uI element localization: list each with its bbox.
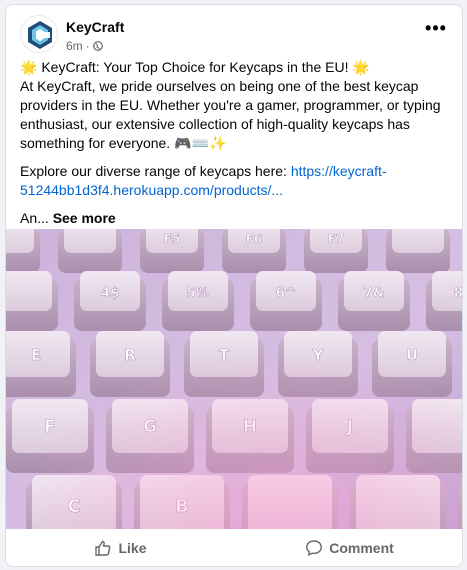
- explore-line: Explore our diverse range of keycaps her…: [20, 162, 460, 200]
- thumbs-up-icon: [95, 540, 111, 556]
- post-body: 🌟 KeyCraft: Your Top Choice for Keycaps …: [20, 58, 460, 237]
- globe-icon: [92, 41, 103, 51]
- explore-prefix: Explore our diverse range of keycaps her…: [20, 163, 291, 179]
- post-meta: 6m ·: [66, 39, 103, 53]
- comment-label: Comment: [329, 540, 394, 556]
- post-photo[interactable]: F5F6F74$5%6^7&8*ERTYUIFGHJCB: [6, 229, 462, 529]
- page-avatar[interactable]: [20, 15, 58, 53]
- post-actions: Like Comment: [6, 529, 462, 566]
- post-time[interactable]: 6m: [66, 39, 83, 53]
- page-name[interactable]: KeyCraft: [66, 19, 124, 35]
- comment-button[interactable]: Comment: [235, 529, 462, 566]
- post-card: KeyCraft 6m · ••• 🌟 KeyCraft: Your Top C…: [5, 4, 463, 567]
- headline-text: 🌟 KeyCraft: Your Top Choice for Keycaps …: [20, 59, 370, 75]
- keyboard-photo: F5F6F74$5%6^7&8*ERTYUIFGHJCB: [6, 229, 462, 529]
- truncated-line: An... See more: [20, 209, 460, 228]
- like-label: Like: [118, 540, 147, 556]
- post-header: KeyCraft 6m · •••: [20, 15, 448, 59]
- like-button[interactable]: Like: [6, 529, 235, 566]
- post-headline: 🌟 KeyCraft: Your Top Choice for Keycaps …: [20, 58, 460, 153]
- see-more-button[interactable]: See more: [53, 210, 116, 226]
- comment-bubble-icon: [306, 540, 323, 556]
- more-options-button[interactable]: •••: [424, 19, 448, 41]
- paragraph-text: At KeyCraft, we pride ourselves on being…: [20, 78, 441, 151]
- meta-separator: ·: [85, 39, 90, 53]
- keycraft-logo-icon: [21, 16, 57, 52]
- truncated-text: An...: [20, 210, 49, 226]
